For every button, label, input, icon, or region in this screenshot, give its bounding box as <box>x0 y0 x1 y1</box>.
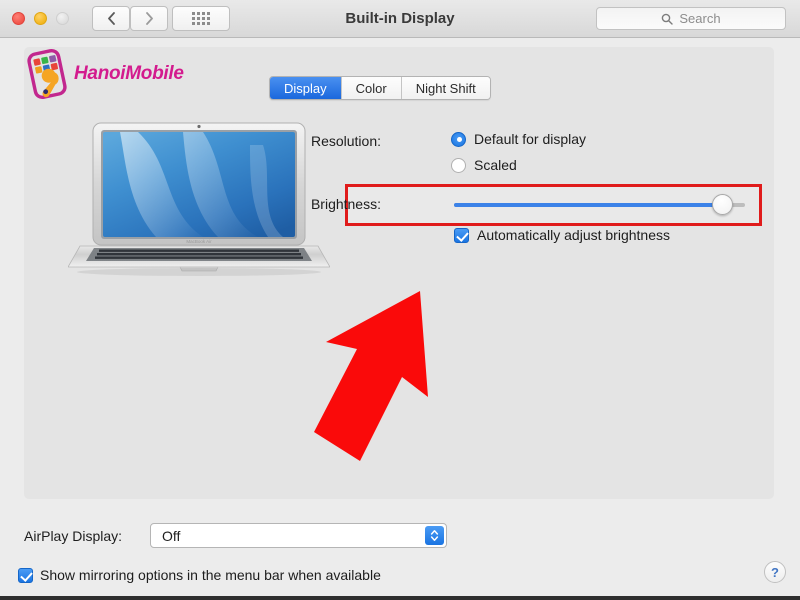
auto-adjust-brightness-row[interactable]: Automatically adjust brightness <box>454 227 670 243</box>
airplay-display-value: Off <box>162 528 181 544</box>
resolution-option-scaled[interactable]: Scaled <box>451 157 517 173</box>
auto-adjust-brightness-checkbox[interactable] <box>454 227 469 243</box>
resolution-label: Resolution: <box>310 133 381 149</box>
tab-color[interactable]: Color <box>341 77 402 99</box>
airplay-display-select[interactable]: Off <box>150 523 447 548</box>
tab-display[interactable]: Display <box>270 77 342 99</box>
up-down-chevron-icon[interactable] <box>425 526 444 545</box>
system-preferences-window: Built-in Display Search HanoiMobile Disp… <box>0 0 800 600</box>
airplay-display-label: AirPlay Display: <box>24 528 123 544</box>
svg-text:MacBook Air: MacBook Air <box>186 239 212 244</box>
display-preferences-panel: Display Color Night Shift MacBook Air Re… <box>24 47 774 499</box>
radio-scaled[interactable] <box>451 157 466 173</box>
slider-fill <box>454 203 722 207</box>
resolution-option-scaled-label: Scaled <box>474 157 517 173</box>
red-arrow-icon <box>314 291 428 461</box>
show-mirroring-options-label: Show mirroring options in the menu bar w… <box>40 567 381 583</box>
auto-adjust-brightness-label: Automatically adjust brightness <box>477 227 670 243</box>
search-placeholder: Search <box>679 11 721 26</box>
window-titlebar: Built-in Display Search <box>0 0 800 38</box>
window-bottom-edge <box>0 596 800 600</box>
tab-bar: Display Color Night Shift <box>269 76 491 100</box>
slider-knob[interactable] <box>712 194 733 215</box>
search-input[interactable]: Search <box>596 7 786 30</box>
resolution-option-default-label: Default for display <box>474 131 587 147</box>
resolution-option-default[interactable]: Default for display <box>451 131 586 147</box>
show-mirroring-options-row[interactable]: Show mirroring options in the menu bar w… <box>18 567 381 583</box>
show-mirroring-options-checkbox[interactable] <box>18 567 33 583</box>
search-icon <box>662 13 674 25</box>
brightness-label: Brightness: <box>310 196 381 212</box>
help-icon[interactable]: ? <box>764 561 786 583</box>
radio-default-for-display[interactable] <box>451 131 466 147</box>
tab-night-shift[interactable]: Night Shift <box>401 77 490 99</box>
brightness-slider[interactable] <box>454 194 745 215</box>
